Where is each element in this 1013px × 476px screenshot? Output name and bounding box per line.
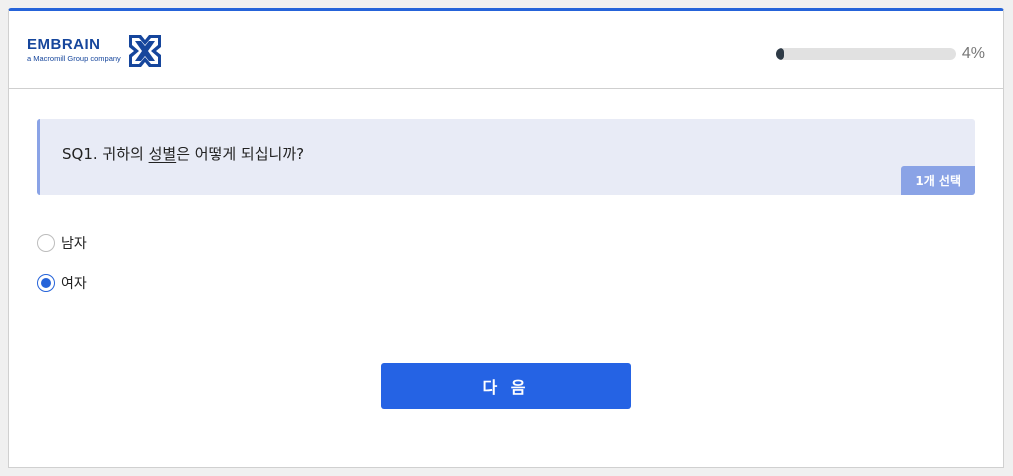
brand-logo: EMBRAIN a Macromill Group company	[27, 33, 161, 67]
question-prefix: SQ1. 귀하의	[62, 145, 149, 163]
answer-options: 남자 여자	[37, 233, 87, 313]
brand-tagline: a Macromill Group company	[27, 54, 121, 63]
option-label[interactable]: 여자	[61, 273, 87, 293]
option-label[interactable]: 남자	[61, 233, 87, 253]
question-box: SQ1. 귀하의 성별은 어떻게 되십니까? 1개 선택	[37, 119, 975, 195]
question-title: SQ1. 귀하의 성별은 어떻게 되십니까?	[62, 143, 304, 164]
radio-button[interactable]	[37, 274, 55, 292]
brand-text: EMBRAIN a Macromill Group company	[27, 36, 121, 64]
embrain-x-mark-icon	[128, 35, 161, 67]
radio-button[interactable]	[37, 234, 55, 252]
next-button[interactable]: 다 음	[381, 363, 631, 409]
progress-fill	[775, 48, 784, 60]
question-suffix: 은 어떻게 되십니까?	[176, 145, 305, 163]
survey-progress: 4%	[775, 45, 985, 63]
survey-header: EMBRAIN a Macromill Group company 4%	[9, 11, 1003, 89]
brand-name: EMBRAIN	[27, 36, 101, 53]
option-female[interactable]: 여자	[37, 273, 87, 293]
select-count-badge: 1개 선택	[901, 166, 975, 195]
option-male[interactable]: 남자	[37, 233, 87, 253]
progress-percent: 4%	[961, 45, 985, 62]
progress-track	[775, 48, 956, 60]
question-highlight: 성별	[148, 145, 177, 163]
survey-frame: EMBRAIN a Macromill Group company 4% SQ1…	[8, 8, 1004, 468]
